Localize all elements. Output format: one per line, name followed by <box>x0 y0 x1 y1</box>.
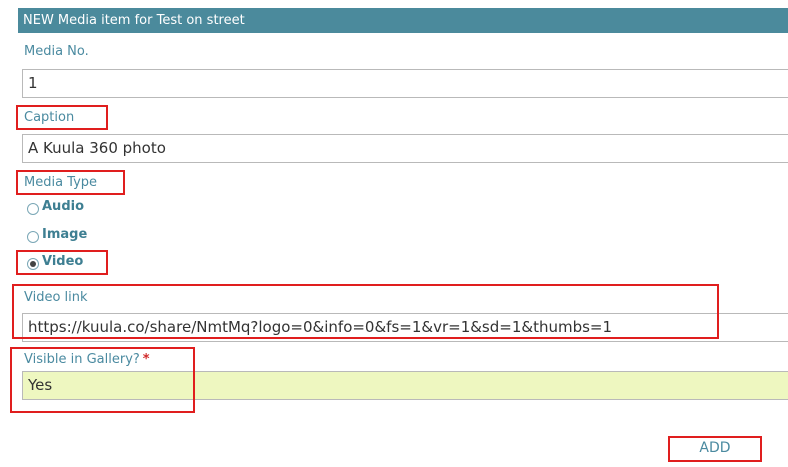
video-option-annotation-box <box>16 250 108 275</box>
media-item-form: NEW Media item for Test on street Media … <box>0 0 788 467</box>
radio-label-audio: Audio <box>42 199 85 214</box>
add-button-annotation-box <box>668 436 762 462</box>
radio-unselected-icon[interactable] <box>27 231 39 243</box>
radio-label-image: Image <box>42 227 88 242</box>
media-type-annotation-box <box>16 170 125 195</box>
form-title: NEW Media item for Test on street <box>18 8 788 33</box>
media-type-option-image[interactable]: Image <box>27 227 87 243</box>
radio-unselected-icon[interactable] <box>27 203 39 215</box>
media-type-option-audio[interactable]: Audio <box>27 199 84 215</box>
media-no-label: Media No. <box>24 44 89 59</box>
caption-annotation-box <box>16 105 108 130</box>
caption-field[interactable]: A Kuula 360 photo <box>22 134 788 163</box>
video-link-annotation-box <box>12 284 719 339</box>
visible-in-gallery-annotation-box <box>10 347 195 413</box>
media-no-field[interactable]: 1 <box>22 69 788 98</box>
